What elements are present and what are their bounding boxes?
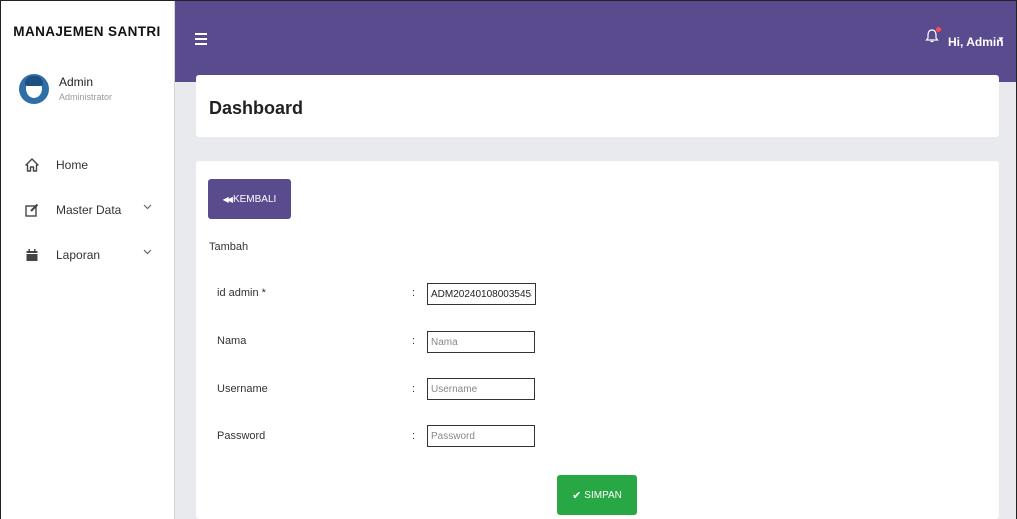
back-button-label: KEMBALI	[232, 193, 277, 205]
nama-field[interactable]	[427, 331, 535, 353]
sidebar-nav: Home Master Data Laporan	[0, 142, 174, 277]
sidebar: MANAJEMEN SANTRI Admin Administrator Hom…	[0, 0, 175, 519]
field-label-id-admin: id admin *	[217, 287, 266, 299]
password-field[interactable]	[427, 425, 535, 447]
avatar	[19, 74, 49, 104]
page-header: Dashboard	[196, 75, 999, 137]
colon: :	[412, 335, 416, 347]
notification-dot	[936, 27, 941, 32]
field-label-username: Username	[217, 383, 268, 395]
chevron-down-icon	[143, 247, 152, 258]
user-menu[interactable]: Hi, Admin	[948, 35, 1004, 49]
sidebar-item-home[interactable]: Home	[0, 142, 174, 187]
backward-icon: ◀◀	[222, 194, 233, 204]
save-button-label: SIMPAN	[584, 489, 622, 501]
sidebar-item-label: Master Data	[56, 202, 122, 217]
id-admin-field[interactable]	[427, 283, 536, 305]
sidebar-item-label: Home	[56, 157, 89, 172]
edit-icon	[25, 203, 39, 217]
user-panel: Admin Administrator	[19, 74, 112, 104]
back-button[interactable]: ◀◀ KEMBALI	[208, 179, 291, 219]
field-label-nama: Nama	[217, 335, 247, 347]
menu-toggle-icon[interactable]	[195, 33, 207, 48]
check-icon: ✔	[572, 489, 582, 502]
field-label-password: Password	[217, 430, 266, 442]
calendar-icon	[25, 248, 39, 262]
sidebar-item-label: Laporan	[56, 247, 101, 262]
colon: :	[412, 430, 416, 442]
save-button[interactable]: ✔ SIMPAN	[557, 475, 637, 515]
app-brand: MANAJEMEN SANTRI	[13, 23, 161, 39]
colon: :	[412, 287, 416, 299]
caret-down-icon[interactable]: ▼	[997, 35, 1005, 44]
sidebar-item-master-data[interactable]: Master Data	[0, 187, 174, 232]
user-role: Administrator	[59, 91, 113, 102]
sidebar-item-laporan[interactable]: Laporan	[0, 232, 174, 277]
section-label: Tambah	[209, 241, 249, 253]
page-title: Dashboard	[209, 98, 304, 118]
username-field[interactable]	[427, 378, 535, 400]
user-name: Admin	[59, 74, 94, 89]
top-navbar: Hi, Admin ▼	[175, 0, 1017, 82]
colon: :	[412, 383, 416, 395]
home-icon	[25, 157, 39, 172]
form-card: ◀◀ KEMBALI Tambah id admin * : Nama : Us…	[196, 161, 999, 519]
chevron-down-icon	[143, 202, 152, 213]
